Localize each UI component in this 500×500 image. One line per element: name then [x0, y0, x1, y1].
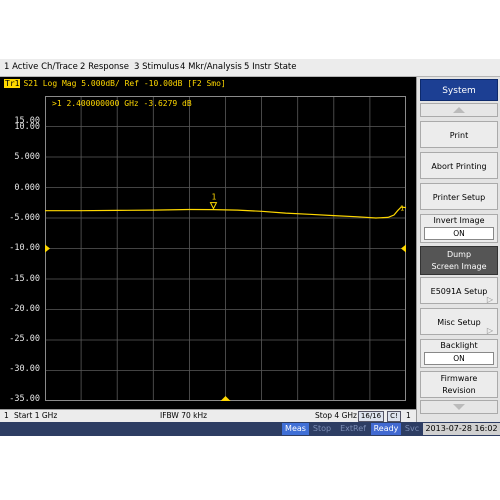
marker-readout: >1 2.400000000 GHz -3.6279 dB [52, 99, 192, 108]
stimulus-center-arrow [220, 396, 231, 401]
trace-header: Tr1 S21 Log Mag 5.000dB/ Ref -10.00dB [F2… [4, 79, 226, 88]
scroll-down-button[interactable] [420, 400, 498, 414]
misc-setup-button[interactable]: Misc Setup ▷ [420, 308, 498, 335]
softkey-panel: System Print Abort Printing Printer Setu… [416, 77, 500, 422]
dump-screen-label-2: Screen Image [431, 262, 487, 271]
y-tick-label: -25.00 [9, 334, 40, 344]
reference-level-left-arrow [45, 244, 50, 253]
y-tick-label: -35.00 [9, 394, 40, 404]
menu-bar: 1 Active Ch/Trace 2 Response 3 Stimulus … [0, 59, 500, 77]
extref-indicator: ExtRef [340, 424, 366, 433]
trace-info: S21 Log Mag 5.000dB/ Ref -10.00dB [F2 Sm… [23, 79, 226, 88]
abort-printing-button[interactable]: Abort Printing [420, 152, 498, 179]
reference-level-right-arrow [401, 244, 406, 253]
calibration-flag: C! [387, 411, 401, 422]
y-tick-label: -15.00 [9, 274, 40, 284]
scroll-up-button[interactable] [420, 103, 498, 117]
trace-end-label: 1 [400, 205, 404, 213]
y-tick-label: 5.000 [14, 152, 40, 162]
backlight-value: ON [424, 352, 494, 365]
menu-instr-state[interactable]: 5 Instr State [244, 62, 296, 72]
stop-indicator: Stop [312, 424, 332, 433]
firmware-label-1: Firmware [440, 374, 478, 383]
backlight-button[interactable]: Backlight ON [420, 339, 498, 368]
meas-indicator: Meas [282, 423, 309, 435]
marker-triangle [209, 202, 218, 210]
e5091a-setup-button[interactable]: E5091A Setup ▷ [420, 277, 498, 304]
backlight-label: Backlight [440, 341, 478, 350]
datetime: 2013-07-28 16:02 [423, 423, 500, 435]
instrument-status-bar: Meas Stop ExtRef Ready Svc 2013-07-28 16… [0, 422, 500, 436]
y-tick-label: -5.000 [9, 213, 40, 223]
firmware-label-2: Revision [442, 386, 476, 395]
trace-tag[interactable]: Tr1 [4, 79, 21, 88]
triangle-up-icon [453, 107, 465, 113]
measurement-display: Tr1 S21 Log Mag 5.000dB/ Ref -10.00dB [F2… [0, 77, 416, 420]
invert-image-label: Invert Image [433, 216, 485, 225]
menu-active-ch-trace[interactable]: 1 Active Ch/Trace [4, 62, 78, 72]
start-frequency[interactable]: Start 1 GHz [14, 411, 57, 420]
menu-mkr-analysis[interactable]: 4 Mkr/Analysis [180, 62, 242, 72]
firmware-revision-button[interactable]: Firmware Revision [420, 371, 498, 398]
triangle-down-icon [453, 404, 465, 410]
invert-image-button[interactable]: Invert Image ON [420, 214, 498, 243]
ifbw-value[interactable]: IFBW 70 kHz [160, 411, 207, 420]
channel-end: 1 [406, 411, 411, 420]
misc-setup-label: Misc Setup [437, 318, 481, 327]
stop-frequency[interactable]: Stop 4 GHz [315, 411, 357, 420]
y-tick-label: -10.00 [9, 243, 40, 253]
printer-setup-button[interactable]: Printer Setup [420, 183, 498, 210]
y-tick-label: -20.00 [9, 304, 40, 314]
svc-indicator: Svc [404, 424, 420, 433]
menu-stimulus[interactable]: 3 Stimulus [134, 62, 179, 72]
invert-image-value: ON [424, 227, 494, 240]
print-button[interactable]: Print [420, 121, 498, 148]
ready-indicator: Ready [371, 423, 401, 435]
y-tick-label: 0.000 [14, 183, 40, 193]
dump-screen-image-button[interactable]: Dump Screen Image [420, 246, 498, 275]
softkey-menu-title: System [420, 79, 498, 101]
channel-status-bar: 1 Start 1 GHz IFBW 70 kHz Stop 4 GHz 16/… [0, 409, 416, 422]
points-count: 16/16 [358, 411, 384, 422]
y-tick-label: -30.00 [9, 364, 40, 374]
channel-number: 1 [4, 411, 9, 420]
y-tick-label: 10.00 [14, 122, 40, 132]
dump-screen-label-1: Dump [446, 250, 472, 259]
menu-response[interactable]: 2 Response [80, 62, 129, 72]
trace-plot[interactable]: 11 [45, 96, 406, 401]
e5091a-setup-label: E5091A Setup [430, 287, 488, 296]
marker-label: 1 [211, 193, 216, 202]
